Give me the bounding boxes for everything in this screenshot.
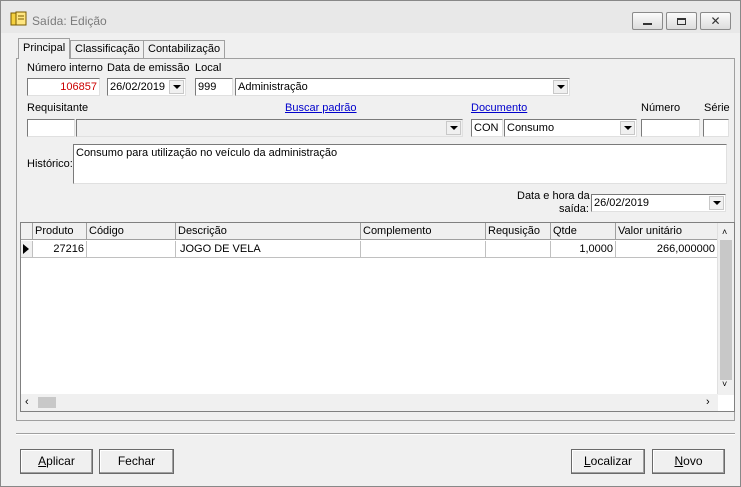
aplicar-label: plicar bbox=[46, 454, 75, 468]
documento-value: Consumo bbox=[507, 122, 555, 134]
cell-qtde[interactable]: 1,0000 bbox=[551, 241, 616, 258]
localizar-button[interactable]: Localizar bbox=[571, 449, 645, 474]
serie-field[interactable] bbox=[703, 119, 729, 137]
aplicar-button[interactable]: Aplicar bbox=[20, 449, 93, 474]
tab-classificacao[interactable]: Classificação bbox=[70, 40, 145, 58]
scroll-down-icon[interactable]: ˅ bbox=[722, 379, 727, 389]
grid-header: Produto Código Descrição Complemento Req… bbox=[21, 223, 718, 240]
data-saida-label-line1: Data e hora da bbox=[517, 190, 590, 202]
chevron-down-icon[interactable] bbox=[620, 121, 635, 135]
data-saida-label-line2: saída: bbox=[559, 203, 589, 215]
numero-interno-field[interactable]: 106857 bbox=[27, 78, 100, 96]
novo-hotkey: N bbox=[674, 454, 684, 468]
items-grid[interactable]: Produto Código Descrição Complemento Req… bbox=[20, 222, 735, 412]
requisitante-code-field[interactable] bbox=[27, 119, 75, 137]
chevron-down-icon[interactable] bbox=[709, 196, 724, 210]
minimize-icon bbox=[643, 22, 652, 25]
horizontal-scrollbar[interactable]: ‹ › bbox=[21, 394, 718, 411]
cell-valor-unitario[interactable]: 266,000000 bbox=[616, 241, 718, 258]
vertical-scrollbar[interactable]: ˄ ˅ bbox=[717, 223, 734, 395]
title-bar[interactable]: Saída: Edição ✕ bbox=[1, 1, 740, 33]
numero-field[interactable] bbox=[641, 119, 700, 137]
localizar-label: ocalizar bbox=[590, 454, 633, 468]
documento-combo[interactable]: Consumo bbox=[504, 119, 637, 137]
horizontal-scroll-thumb[interactable] bbox=[38, 397, 56, 408]
fechar-label: Fechar bbox=[117, 454, 156, 468]
window-title: Saída: Edição bbox=[32, 14, 107, 28]
aplicar-hotkey: A bbox=[38, 454, 47, 468]
tab-contabilizacao[interactable]: Contabilização bbox=[143, 40, 226, 58]
row-indicator-header bbox=[21, 223, 33, 240]
cell-produto[interactable]: 27216 bbox=[33, 241, 87, 258]
col-header-qtde[interactable]: Qtde bbox=[551, 223, 616, 240]
local-label: Local bbox=[195, 62, 222, 74]
requisitante-combo[interactable] bbox=[76, 119, 463, 137]
localizar-hotkey: L bbox=[583, 454, 591, 468]
col-header-complemento[interactable]: Complemento bbox=[361, 223, 486, 240]
current-row-arrow-icon bbox=[23, 244, 29, 254]
cell-requisicao[interactable] bbox=[486, 241, 551, 258]
numero-interno-label: Número interno bbox=[27, 62, 103, 74]
close-button[interactable]: ✕ bbox=[700, 12, 731, 30]
historico-textarea[interactable]: Consumo para utilização no veículo da ad… bbox=[73, 144, 727, 184]
divider bbox=[16, 433, 735, 435]
data-emissao-value: 26/02/2019 bbox=[110, 81, 166, 93]
row-indicator[interactable] bbox=[21, 241, 33, 258]
scroll-right-icon[interactable]: › bbox=[706, 396, 710, 408]
maximize-button[interactable] bbox=[666, 12, 697, 30]
data-saida-combo[interactable]: 26/02/2019 bbox=[591, 194, 726, 212]
novo-button[interactable]: Novo bbox=[652, 449, 725, 474]
col-header-codigo[interactable]: Código bbox=[87, 223, 176, 240]
app-window: Saída: Edição ✕ Principal Classificação … bbox=[0, 0, 741, 487]
minimize-button[interactable] bbox=[632, 12, 663, 30]
documento-link[interactable]: Documento bbox=[471, 102, 527, 114]
data-emissao-combo[interactable]: 26/02/2019 bbox=[107, 78, 186, 96]
cell-complemento[interactable] bbox=[361, 241, 486, 258]
local-value: Administração bbox=[238, 81, 308, 93]
data-emissao-label: Data de emissão bbox=[107, 62, 190, 74]
cell-codigo[interactable] bbox=[87, 241, 176, 258]
tab-principal[interactable]: Principal bbox=[18, 38, 71, 59]
app-icon bbox=[10, 11, 27, 26]
table-row[interactable]: 27216 JOGO DE VELA 1,0000 266,000000 bbox=[21, 241, 718, 258]
numero-label: Número bbox=[641, 102, 681, 114]
fechar-button[interactable]: Fechar bbox=[99, 449, 174, 474]
buscar-padrao-link[interactable]: Buscar padrão bbox=[285, 102, 357, 114]
close-icon: ✕ bbox=[710, 14, 721, 28]
vertical-scroll-thumb[interactable] bbox=[720, 240, 732, 380]
historico-label: Histórico: bbox=[27, 158, 73, 170]
local-code-field[interactable]: 999 bbox=[195, 78, 233, 96]
chevron-down-icon[interactable] bbox=[553, 80, 568, 94]
requisitante-label: Requisitante bbox=[27, 102, 89, 114]
serie-label: Série bbox=[704, 102, 730, 114]
scroll-up-icon[interactable]: ˄ bbox=[722, 227, 727, 237]
col-header-produto[interactable]: Produto bbox=[33, 223, 87, 240]
col-header-descricao[interactable]: Descrição bbox=[176, 223, 361, 240]
novo-label: ovo bbox=[683, 454, 703, 468]
local-combo[interactable]: Administração bbox=[235, 78, 570, 96]
chevron-down-icon[interactable] bbox=[446, 121, 461, 135]
scroll-left-icon[interactable]: ‹ bbox=[25, 396, 29, 408]
documento-code-field[interactable]: CON bbox=[471, 119, 503, 137]
cell-descricao[interactable]: JOGO DE VELA bbox=[176, 241, 361, 258]
data-saida-value: 26/02/2019 bbox=[594, 197, 650, 209]
col-header-valor-unitario[interactable]: Valor unitário bbox=[616, 223, 718, 240]
col-header-requisicao[interactable]: Requsição bbox=[486, 223, 551, 240]
maximize-icon bbox=[677, 17, 686, 25]
chevron-down-icon[interactable] bbox=[169, 80, 184, 94]
